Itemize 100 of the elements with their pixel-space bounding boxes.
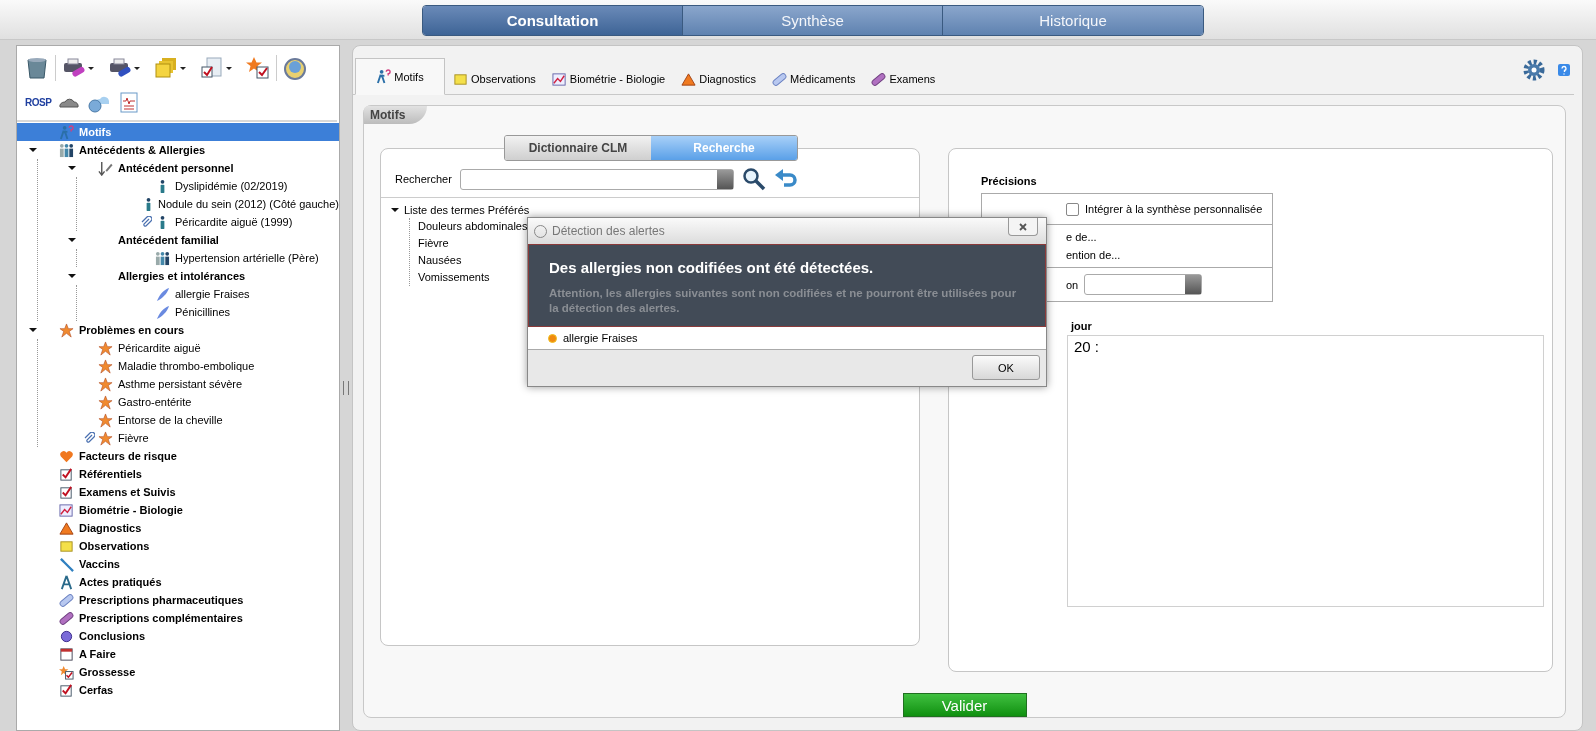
close-icon[interactable]	[1018, 221, 1028, 232]
star-icon	[59, 322, 74, 338]
pencil-arrow-icon	[98, 160, 113, 176]
tree-item[interactable]: Pénicillines	[77, 303, 339, 321]
tree-item[interactable]: Grossesse	[17, 663, 339, 681]
round-badge-icon[interactable]	[283, 56, 307, 80]
search-combo-field[interactable]	[459, 168, 734, 190]
section-tab[interactable]: Motifs	[355, 58, 445, 95]
expand-arrow-icon[interactable]	[68, 238, 76, 242]
star-checkbox-icon	[59, 664, 74, 680]
tree-item[interactable]: allergie Fraises	[77, 285, 339, 303]
mode-tab[interactable]: Dictionnaire CLM	[505, 136, 651, 160]
capsule-icon	[59, 610, 74, 626]
splitter-grip-icon[interactable]	[343, 381, 349, 395]
tree-item[interactable]: Péricardite aiguë	[38, 339, 339, 357]
chart-icon	[59, 502, 74, 518]
heart-icon	[59, 448, 74, 464]
text-area[interactable]: 20 :	[1067, 335, 1544, 607]
tree-item[interactable]: Biométrie - Biologie	[17, 501, 339, 519]
ok-button[interactable]: OK	[972, 355, 1040, 380]
tree-item[interactable]: Observations	[17, 537, 339, 555]
tree-item[interactable]: Antécédents & Allergies	[17, 141, 339, 159]
star-icon	[98, 412, 113, 428]
section-tab[interactable]: Médicaments	[764, 64, 864, 94]
printer-pill-icon[interactable]	[62, 56, 86, 80]
search-label: Rechercher	[395, 173, 452, 185]
section-tab[interactable]: Observations	[445, 64, 544, 94]
settings-icon[interactable]	[1522, 58, 1546, 82]
option-label: e de...	[1066, 231, 1097, 243]
star-icon	[98, 394, 113, 410]
calendar-icon	[59, 646, 74, 662]
tree-item[interactable]: Diagnostics	[17, 519, 339, 537]
section-tab[interactable]: Examens	[863, 64, 944, 94]
sphere-icon	[59, 628, 74, 644]
expand-arrow-icon[interactable]	[68, 166, 76, 170]
help-icon[interactable]	[1558, 64, 1570, 76]
tree-item[interactable]: Nodule du sein (2012) (Côté gauche)	[77, 195, 339, 213]
tree-item[interactable]: Examens et Suivis	[17, 483, 339, 501]
expand-arrow-icon[interactable]	[68, 274, 76, 278]
tree-item[interactable]: Hypertension artérielle (Père)	[77, 249, 339, 267]
star-checkbox-icon[interactable]	[246, 56, 270, 80]
expand-arrow-icon[interactable]	[29, 328, 37, 332]
tree-item[interactable]: Référentiels	[17, 465, 339, 483]
caret-icon[interactable]	[180, 66, 186, 70]
tree-item[interactable]: Péricardite aiguë (1999)	[77, 213, 339, 231]
people-icon	[59, 142, 74, 158]
tree-item[interactable]: Actes pratiqués	[17, 573, 339, 591]
tree-item[interactable]: Antécédent familial	[38, 231, 339, 249]
option-label: ention de...	[1066, 249, 1121, 261]
tree-item[interactable]: Antécédent personnel	[38, 159, 339, 177]
chart-icon	[551, 71, 567, 87]
note-icon	[59, 538, 74, 554]
close-button[interactable]	[1008, 218, 1038, 236]
checkbox-label: Intégrer à la synthèse personnalisée	[1085, 203, 1263, 215]
tree-item[interactable]: Prescriptions pharmaceutiques	[17, 591, 339, 609]
walking-figure-icon	[376, 69, 392, 84]
checkbox-icon	[59, 682, 74, 698]
tree-item[interactable]: Maladie thrombo-embolique	[38, 357, 339, 375]
tree-item[interactable]: Asthme persistant sévère	[38, 375, 339, 393]
checkbox-icon	[59, 466, 74, 482]
caret-icon[interactable]	[134, 66, 140, 70]
status-dot-icon	[548, 333, 557, 343]
tree-item[interactable]: Allergies et intolérances	[38, 267, 339, 285]
search-icon[interactable]	[741, 167, 766, 191]
term-list-title[interactable]: Liste des termes Préférés	[404, 204, 530, 216]
caret-icon[interactable]	[88, 66, 94, 70]
document-check-icon[interactable]	[200, 56, 224, 80]
feather-icon	[155, 304, 170, 320]
warning-triangle-icon	[681, 71, 697, 87]
star-icon	[98, 340, 113, 356]
alert-message: Attention, les allergies suivantes sont non codifiées et ne pourront être utilisées pour la détection des alertes.	[549, 286, 1018, 316]
main-tab[interactable]: Consultation	[423, 6, 683, 35]
tree-item[interactable]: A Faire	[17, 645, 339, 663]
panel-title: Motifs	[364, 106, 428, 124]
select-field[interactable]	[1084, 274, 1203, 295]
expand-arrow-icon[interactable]	[391, 208, 399, 212]
rosp-button[interactable]: ROSP	[25, 96, 52, 108]
printer-pill-icon[interactable]	[108, 56, 132, 80]
allergy-item: allergie Fraises	[563, 332, 638, 344]
tree-item[interactable]: Dyslipidémie (02/2019)	[77, 177, 339, 195]
note-icon	[453, 71, 468, 87]
section-tab[interactable]: Diagnostics	[673, 64, 765, 94]
tree-item[interactable]: Prescriptions complémentaires	[17, 609, 339, 627]
people-icon	[155, 250, 170, 266]
tree-item[interactable]: Gastro-entérite	[38, 393, 339, 411]
section-heading: Précisions	[981, 175, 1038, 189]
tree-item[interactable]: Conclusions	[17, 627, 339, 645]
tree-item[interactable]: Vaccins	[17, 555, 339, 573]
expand-arrow-icon[interactable]	[29, 148, 37, 152]
caret-icon[interactable]	[226, 66, 232, 70]
tree-item[interactable]: Entorse de la cheville	[38, 411, 339, 429]
section-tab[interactable]: Biométrie - Biologie	[543, 64, 674, 94]
dialog-title: Détection des alertes	[552, 224, 666, 238]
tree-item[interactable]: Fièvre	[38, 429, 339, 447]
checkbox[interactable]	[1066, 202, 1079, 216]
tree-item[interactable]: Motifs	[17, 123, 339, 141]
tree-item[interactable]: Problèmes en cours	[17, 321, 339, 339]
tree-item[interactable]: Cerfas	[17, 681, 339, 699]
tree-item[interactable]: Facteurs de risque	[17, 447, 339, 465]
trash-icon[interactable]	[25, 56, 49, 80]
